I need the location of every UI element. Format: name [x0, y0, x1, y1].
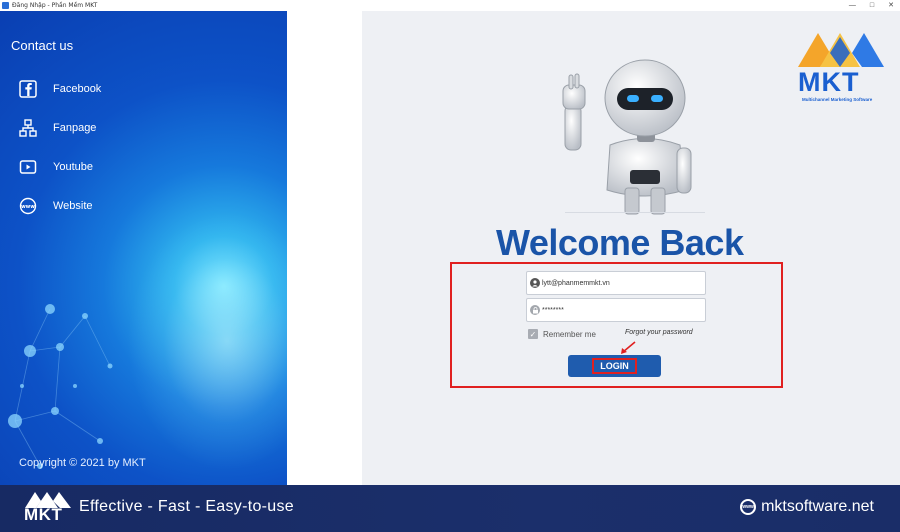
svg-text:www: www	[21, 204, 35, 210]
logo-text: MKT	[798, 67, 860, 97]
network-decoration	[8, 304, 113, 469]
sitemap-icon	[19, 119, 37, 137]
window-titlebar: Đăng Nhập - Phần Mềm MKT — □ ✕	[0, 0, 900, 11]
robot-baseline	[565, 212, 705, 213]
promo-banner: MKT Effective - Fast - Easy-to-use www m…	[0, 485, 900, 532]
sidebar-item-label: Fanpage	[53, 122, 97, 134]
password-value: ********	[542, 306, 564, 314]
forgot-password-link[interactable]: Forgot your password	[625, 329, 693, 336]
banner-website[interactable]: www mktsoftware.net	[740, 498, 874, 516]
logo-tagline: Multichannel Marketing Software	[802, 97, 873, 102]
sidebar-item-fanpage[interactable]: Fanpage	[19, 119, 96, 137]
password-field[interactable]: ********	[526, 298, 706, 322]
checkmark-icon: ✓	[528, 329, 538, 339]
pointer-arrow-icon	[621, 341, 636, 354]
user-icon	[530, 278, 540, 288]
sidebar-item-label: Youtube	[53, 161, 93, 173]
window-controls: — □ ✕	[849, 0, 894, 11]
lock-icon	[530, 305, 540, 315]
banner-logo-text: MKT	[24, 505, 63, 524]
divider-strip	[287, 11, 362, 485]
banner-logo: MKT	[24, 489, 72, 529]
app-icon	[2, 2, 9, 9]
welcome-heading: Welcome Back	[496, 222, 744, 263]
robot-illustration	[562, 59, 692, 215]
maximize-button[interactable]: □	[870, 0, 874, 11]
banner-website-text: mktsoftware.net	[761, 498, 874, 515]
mkt-logo: MKT Multichannel Marketing Software	[796, 27, 886, 107]
globe-icon: www	[740, 499, 757, 515]
www-icon: www	[19, 197, 37, 215]
sidebar-item-label: Facebook	[53, 83, 102, 95]
email-value: lytt@phanmemmkt.vn	[542, 279, 610, 287]
sidebar-item-website[interactable]: www Website	[19, 197, 93, 215]
contact-panel: Contact us Facebook Fanpage Youtube www …	[0, 11, 287, 485]
banner-slogan: Effective - Fast - Easy-to-use	[79, 498, 294, 515]
email-field[interactable]: lytt@phanmemmkt.vn	[526, 271, 706, 295]
sidebar-item-youtube[interactable]: Youtube	[19, 158, 93, 176]
youtube-icon	[19, 158, 37, 176]
sidebar-item-facebook[interactable]: Facebook	[19, 80, 101, 98]
remember-me-checkbox[interactable]: ✓ Remember me	[528, 329, 596, 339]
copyright-text: Copyright © 2021 by MKT	[19, 457, 146, 469]
close-button[interactable]: ✕	[888, 0, 894, 11]
login-button[interactable]: LOGIN	[568, 355, 661, 377]
login-button-label: LOGIN	[592, 358, 637, 374]
logo-mark-icon	[798, 33, 884, 67]
minimize-button[interactable]: —	[849, 0, 856, 11]
facebook-icon	[19, 80, 37, 98]
remember-me-label: Remember me	[543, 329, 596, 339]
contact-title: Contact us	[11, 38, 74, 53]
sidebar-item-label: Website	[53, 200, 93, 212]
window-title: Đăng Nhập - Phần Mềm MKT	[12, 2, 98, 9]
